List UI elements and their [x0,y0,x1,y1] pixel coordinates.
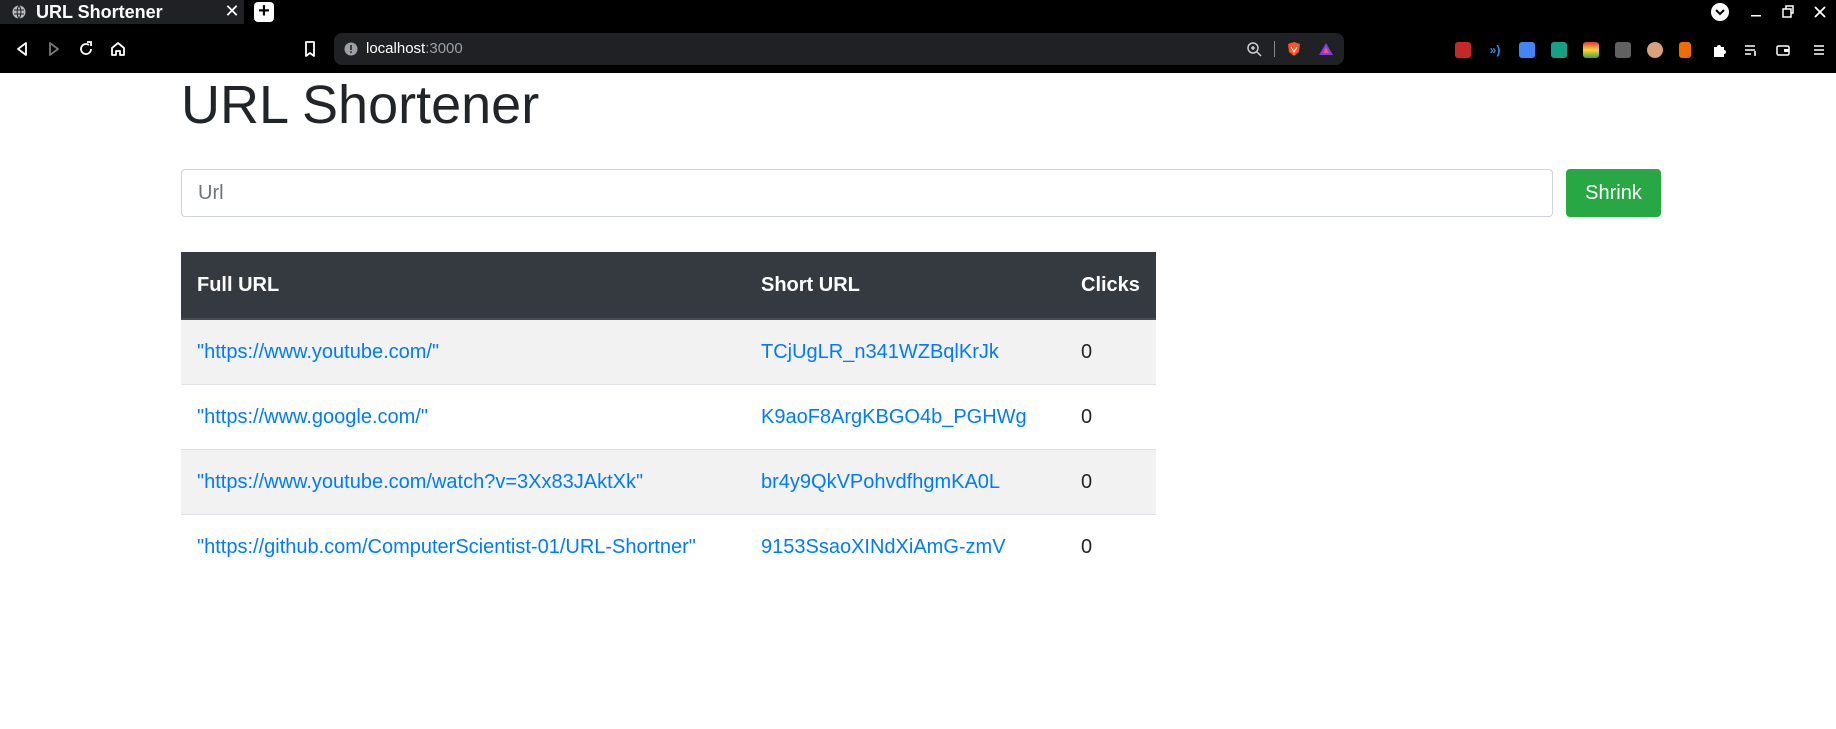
table-header-row: Full URL Short URL Clicks [181,252,1156,320]
full-url-cell: "https://github.com/ComputerScientist-01… [181,514,745,579]
header-full-url: Full URL [181,252,745,320]
restore-icon[interactable] [1780,2,1796,22]
brave-rewards-icon[interactable] [1318,41,1334,57]
extension-color-icon[interactable] [1583,42,1599,58]
browser-toolbar: localhost:3000 ») [0,24,1836,73]
full-url-link[interactable]: "https://www.google.com/" [197,406,428,428]
minimize-icon[interactable] [1748,2,1764,22]
clicks-cell: 0 [1065,449,1156,515]
short-url-link[interactable]: TCjUgLR_n341WZBqlKrJk [761,341,999,363]
extension-orange-icon[interactable] [1679,42,1691,58]
header-short-url: Short URL [745,252,1065,320]
extension-avatar-icon[interactable] [1647,42,1663,58]
page-title: URL Shortener [181,75,540,135]
address-host: localhost [366,40,426,57]
clicks-cell: 0 [1065,514,1156,579]
header-clicks: Clicks [1065,252,1156,320]
address-bar[interactable]: localhost:3000 [334,33,1344,65]
extensions-puzzle-icon[interactable] [1711,42,1727,58]
full-url-cell: "https://www.youtube.com/" [181,318,745,385]
table-row: "https://www.google.com/" K9aoF8ArgKBGO4… [181,384,1156,450]
tab-title: URL Shortener [36,2,163,22]
reload-icon[interactable] [76,39,96,59]
full-url-link[interactable]: "https://www.youtube.com/" [197,341,439,363]
urls-table: Full URL Short URL Clicks "https://www.y… [181,252,1156,579]
active-tab[interactable]: URL Shortener ✕ [0,0,244,24]
extension-gray-icon[interactable] [1615,42,1631,58]
full-url-link[interactable]: "https://github.com/ComputerScientist-01… [197,536,696,558]
extension-lastpass-icon[interactable] [1455,42,1471,58]
table-row: "https://www.youtube.com/" TCjUgLR_n341W… [181,318,1156,385]
short-url-cell: TCjUgLR_n341WZBqlKrJk [745,318,1065,385]
full-url-cell: "https://www.youtube.com/watch?v=3Xx83JA… [181,449,745,515]
site-info-icon[interactable] [344,42,358,56]
back-icon[interactable] [12,39,32,59]
playlist-icon[interactable] [1743,42,1759,58]
address-divider [1274,41,1275,57]
forward-icon[interactable] [44,39,64,59]
short-url-link[interactable]: br4y9QkVPohvdfhgmKA0L [761,471,1000,493]
menu-icon[interactable] [1811,42,1827,58]
table-row: "https://github.com/ComputerScientist-01… [181,514,1156,579]
tab-search-icon[interactable] [1709,2,1731,22]
tab-strip: URL Shortener ✕ + [0,0,1836,24]
short-url-cell: br4y9QkVPohvdfhgmKA0L [745,449,1065,515]
brave-shields-icon[interactable] [1286,41,1302,57]
address-text[interactable]: localhost:3000 [366,40,463,58]
close-window-icon[interactable] [1812,2,1828,22]
new-tab-button[interactable]: + [254,1,274,22]
shrink-button[interactable]: Shrink [1566,169,1661,217]
clicks-cell: 0 [1065,318,1156,385]
wallet-icon[interactable] [1775,42,1791,58]
clicks-cell: 0 [1065,384,1156,450]
extension-translate-icon[interactable] [1519,42,1535,58]
tab-close-icon[interactable]: ✕ [224,1,240,21]
zoom-icon[interactable] [1246,41,1262,57]
short-url-link[interactable]: K9aoF8ArgKBGO4b_PGHWg [761,406,1027,428]
short-url-cell: 9153SsaoXINdXiAmG-zmV [745,514,1065,579]
home-icon[interactable] [108,39,128,59]
extension-calendar-icon[interactable] [1551,42,1567,58]
full-url-cell: "https://www.google.com/" [181,384,745,450]
globe-icon [12,5,26,19]
extension-wifi-icon[interactable]: ») [1487,42,1503,58]
url-input[interactable] [181,169,1553,217]
short-url-cell: K9aoF8ArgKBGO4b_PGHWg [745,384,1065,450]
page-content: URL Shortener Shrink Full URL Short URL … [0,73,1836,729]
bookmark-icon[interactable] [300,39,320,59]
address-port: :3000 [425,40,463,57]
table-row: "https://www.youtube.com/watch?v=3Xx83JA… [181,449,1156,515]
short-url-link[interactable]: 9153SsaoXINdXiAmG-zmV [761,536,1006,558]
full-url-link[interactable]: "https://www.youtube.com/watch?v=3Xx83JA… [197,471,643,493]
